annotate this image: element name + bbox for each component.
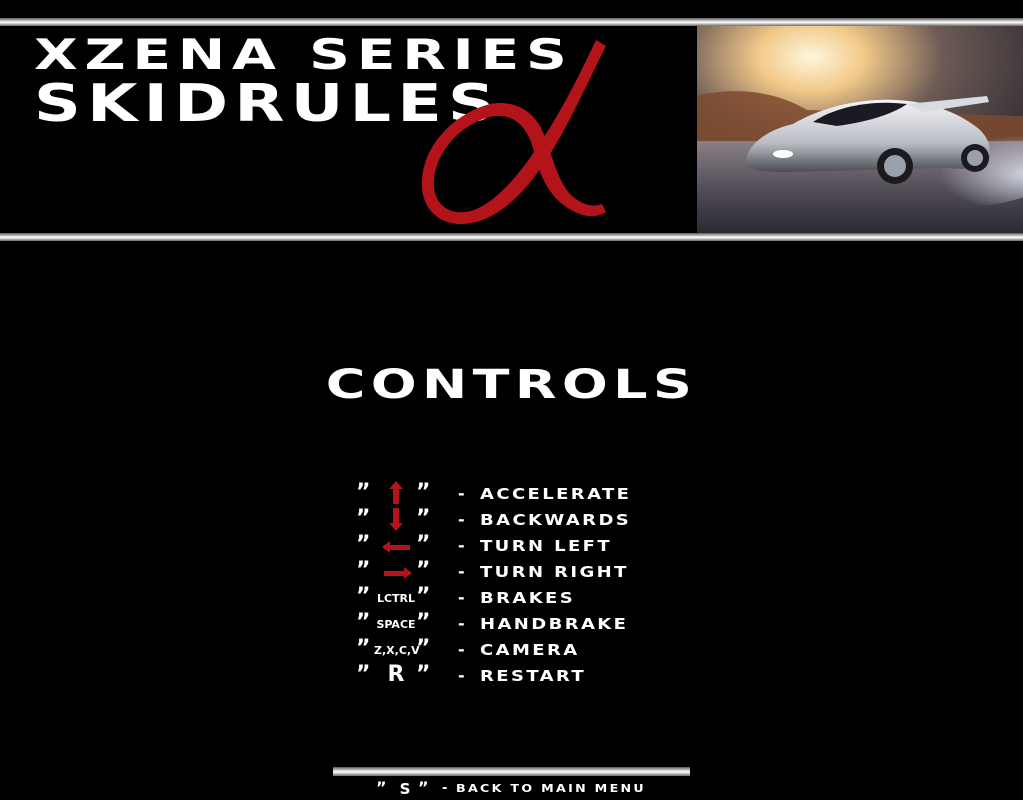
key-label: Z,X,C,V xyxy=(374,644,420,657)
quote-close: ” xyxy=(416,610,431,635)
control-row-turn-left: ” ” - TURN LEFT xyxy=(356,532,716,558)
quote-close: ” xyxy=(418,778,429,797)
action-label: CAMERA xyxy=(480,641,580,659)
control-row-brakes: ” LCTRL ” - BRAKES xyxy=(356,584,716,610)
action-label: ACCELERATE xyxy=(480,485,632,503)
alpha-logo-icon xyxy=(421,40,606,224)
car-artwork xyxy=(697,26,1023,233)
arrow-right-icon xyxy=(374,558,418,584)
action-label: RESTART xyxy=(480,667,587,685)
separator-dash: - xyxy=(458,536,465,555)
banner-bottom-chrome-bar xyxy=(0,233,1023,241)
separator-dash: - xyxy=(458,484,465,503)
separator-dash: - xyxy=(458,640,465,659)
separator-dash: - xyxy=(442,781,448,796)
quote-open: ” xyxy=(356,610,371,635)
quote-close: ” xyxy=(416,480,431,505)
controls-list: ” ” - ACCELERATE ” ” - BACKWARDS ” ” - T… xyxy=(356,480,716,688)
quote-close: ” xyxy=(416,662,431,687)
separator-dash: - xyxy=(458,666,465,685)
control-row-handbrake: ” SPACE ” - HANDBRAKE xyxy=(356,610,716,636)
separator-dash: - xyxy=(458,562,465,581)
quote-close: ” xyxy=(416,532,431,557)
control-row-accelerate: ” ” - ACCELERATE xyxy=(356,480,716,506)
quote-open: ” xyxy=(356,558,371,583)
control-row-backwards: ” ” - BACKWARDS xyxy=(356,506,716,532)
quote-open: ” xyxy=(356,662,371,687)
action-label: TURN LEFT xyxy=(480,537,613,555)
action-label: HANDBRAKE xyxy=(480,615,629,633)
arrow-down-icon xyxy=(374,506,418,532)
control-row-turn-right: ” ” - TURN RIGHT xyxy=(356,558,716,584)
quote-open: ” xyxy=(356,584,371,609)
arrow-left-icon xyxy=(374,532,418,558)
quote-close: ” xyxy=(416,584,431,609)
quote-close: ” xyxy=(416,506,431,531)
controls-heading: CONTROLS xyxy=(325,362,698,408)
separator-dash: - xyxy=(458,510,465,529)
arrow-up-icon xyxy=(374,480,418,506)
back-to-menu-hint[interactable]: ” S ” - BACK TO MAIN MENU xyxy=(372,778,692,798)
key-label: SPACE xyxy=(376,618,416,631)
key-label: LCTRL xyxy=(376,592,416,605)
title-banner: XZENA SERIES SKIDRULES xyxy=(0,26,1023,233)
key-label: S xyxy=(399,780,411,798)
quote-close: ” xyxy=(416,558,431,583)
quote-open: ” xyxy=(356,506,371,531)
menu-chrome-bar xyxy=(333,767,690,776)
control-row-camera: ” Z,X,C,V ” - CAMERA xyxy=(356,636,716,662)
quote-open: ” xyxy=(356,532,371,557)
back-to-main-menu-label: BACK TO MAIN MENU xyxy=(456,782,646,795)
quote-open: ” xyxy=(356,480,371,505)
action-label: BRAKES xyxy=(480,589,576,607)
top-chrome-bar xyxy=(0,18,1023,26)
control-row-restart: ” R ” - RESTART xyxy=(356,662,716,688)
quote-open: ” xyxy=(376,778,387,797)
key-label: R xyxy=(387,662,405,687)
action-label: TURN RIGHT xyxy=(480,563,629,581)
quote-open: ” xyxy=(356,636,371,661)
action-label: BACKWARDS xyxy=(480,511,632,529)
separator-dash: - xyxy=(458,588,465,607)
quote-close: ” xyxy=(416,636,431,661)
separator-dash: - xyxy=(458,614,465,633)
